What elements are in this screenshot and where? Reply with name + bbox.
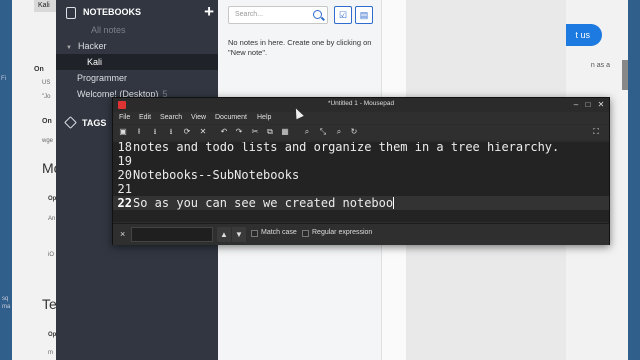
- menu-search[interactable]: Search: [160, 114, 182, 121]
- maximize-icon[interactable]: □: [583, 99, 593, 110]
- desktop-fragment: sq: [2, 296, 9, 302]
- code-line: 20Notebooks--SubNotebooks: [117, 168, 300, 182]
- checkbox-icon: ☑: [338, 10, 348, 20]
- find-icon[interactable]: ⌕: [302, 127, 312, 137]
- close-tab-icon[interactable]: ✕: [198, 127, 208, 137]
- redo-icon[interactable]: ↷: [234, 127, 244, 137]
- menu-view[interactable]: View: [191, 114, 206, 121]
- current-code-line: 22So as you can see we created noteboo: [113, 196, 609, 210]
- menu-edit[interactable]: Edit: [139, 114, 151, 121]
- new-todo-button[interactable]: ☑: [334, 6, 352, 24]
- text-caret: [393, 197, 395, 209]
- bg-heading: Te: [42, 296, 57, 312]
- bg-fragment: "Jo: [42, 94, 51, 100]
- tag-icon: [64, 116, 77, 129]
- desktop-fragment: ma: [2, 304, 11, 310]
- save-as-icon[interactable]: ⭳: [166, 127, 176, 137]
- find-bar: × ▲ ▼ Match case Regular expression: [113, 223, 609, 245]
- bg-fragment: wge: [42, 138, 54, 144]
- fullscreen-icon[interactable]: ⛶: [591, 127, 601, 137]
- find-replace-icon[interactable]: ⤡: [318, 127, 328, 137]
- new-note-button[interactable]: ▤: [355, 6, 373, 24]
- tags-header[interactable]: TAGS: [64, 116, 106, 129]
- bg-fragment: An: [48, 216, 56, 222]
- regex-label: Regular expression: [312, 229, 373, 236]
- mousepad-window: *Untitled 1 - Mousepad – □ ✕ File Edit S…: [112, 97, 610, 245]
- minimize-icon[interactable]: –: [571, 99, 581, 110]
- window-titlebar[interactable]: *Untitled 1 - Mousepad – □ ✕: [113, 98, 609, 112]
- close-find-button[interactable]: ×: [120, 229, 125, 239]
- arrow-down-icon: ▼: [235, 230, 243, 239]
- sidebar-item-programmer[interactable]: Programmer: [56, 70, 218, 86]
- menu-file[interactable]: File: [119, 114, 130, 121]
- sidebar-item-all-notes[interactable]: All notes: [56, 22, 218, 38]
- bg-fragment: iO: [48, 252, 54, 258]
- bg-fragment: On: [34, 66, 44, 73]
- match-case-label: Match case: [261, 229, 297, 236]
- find-input[interactable]: [131, 227, 213, 242]
- arrow-up-icon: ▲: [220, 230, 228, 239]
- note-icon: ▤: [359, 10, 369, 20]
- goto-icon[interactable]: ↻: [349, 127, 359, 137]
- code-line: 19: [117, 154, 132, 168]
- find-previous-button[interactable]: ▲: [217, 227, 231, 242]
- revert-icon[interactable]: ⟳: [182, 127, 192, 137]
- notebooks-label: NOTEBOOKS: [83, 7, 142, 17]
- sidebar-item-hacker[interactable]: ▼ Hacker: [56, 38, 218, 54]
- search-input[interactable]: Search...: [228, 6, 328, 24]
- paste-icon[interactable]: ▦: [280, 127, 290, 137]
- notebook-icon: [66, 7, 76, 19]
- sidebar-item-kali[interactable]: Kali: [56, 54, 218, 70]
- text-editor[interactable]: 18notes and todo lists and organize them…: [113, 142, 609, 222]
- bg-fragment: m: [48, 350, 53, 356]
- page-scrollbar[interactable]: [622, 60, 628, 90]
- bg-fragment: On: [42, 118, 52, 125]
- menu-bar: File Edit Search View Document Help: [113, 112, 609, 124]
- toolbar: ▣ ⭱ ⭳ ⭳ ⟳ ✕ ↶ ↷ ✂ ⧉ ▦ ⌕ ⤡ ⌕ ↻ ⛶: [113, 125, 609, 140]
- bg-fragment: US: [42, 80, 51, 86]
- empty-notes-message: No notes in here. Create one by clicking…: [228, 38, 372, 57]
- menu-help[interactable]: Help: [257, 114, 271, 121]
- code-line: 18notes and todo lists and organize them…: [117, 142, 560, 154]
- match-case-checkbox[interactable]: [251, 230, 258, 237]
- bg-fragment: n as a: [590, 62, 610, 69]
- search-icon: [313, 10, 322, 19]
- open-file-icon[interactable]: ⭱: [134, 127, 144, 137]
- add-notebook-button[interactable]: +: [204, 2, 214, 22]
- copy-icon[interactable]: ⧉: [265, 127, 275, 137]
- code-line: 21: [117, 182, 132, 196]
- cut-icon[interactable]: ✂: [250, 127, 260, 137]
- chevron-down-icon: ▼: [66, 45, 72, 51]
- desktop-fragment: Fi: [1, 76, 6, 82]
- window-title: *Untitled 1 - Mousepad: [327, 100, 395, 107]
- menu-document[interactable]: Document: [215, 114, 247, 121]
- undo-icon[interactable]: ↶: [219, 127, 229, 137]
- close-icon[interactable]: ✕: [596, 99, 606, 110]
- find-next-button[interactable]: ▼: [232, 227, 246, 242]
- regex-checkbox[interactable]: [302, 230, 309, 237]
- new-file-icon[interactable]: ▣: [118, 127, 128, 137]
- save-icon[interactable]: ⭳: [150, 127, 160, 137]
- find-next-icon[interactable]: ⌕: [334, 127, 344, 137]
- notebooks-header: NOTEBOOKS +: [66, 2, 214, 21]
